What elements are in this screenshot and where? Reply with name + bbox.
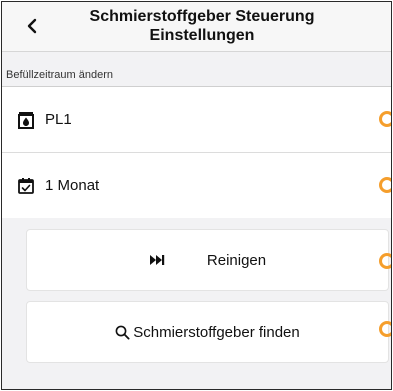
page-title: Schmierstoffgeber Steuerung Einstellunge… <box>62 7 342 45</box>
find-radio[interactable] <box>379 321 391 337</box>
page-title-line-2: Einstellungen <box>149 27 255 44</box>
screen: Schmierstoffgeber Steuerung Einstellunge… <box>1 1 392 390</box>
find-lubricator-label: Schmierstoffgeber finden <box>133 323 300 341</box>
search-icon <box>115 325 130 340</box>
section-label: Befüllzeitraum ändern <box>6 69 114 81</box>
find-lubricator-button[interactable]: Schmierstoffgeber finden <box>26 301 389 363</box>
chevron-left-icon <box>27 18 37 34</box>
clean-button[interactable]: Reinigen <box>26 229 389 291</box>
navigation-header: Schmierstoffgeber Steuerung Einstellunge… <box>2 2 391 52</box>
period-radio[interactable] <box>379 177 391 193</box>
device-label: PL1 <box>45 111 72 128</box>
clean-button-label: Reinigen <box>206 251 267 269</box>
period-label: 1 Monat <box>45 177 100 194</box>
lubricator-device-icon <box>17 111 35 129</box>
device-row[interactable]: PL1 <box>2 87 391 152</box>
period-row[interactable]: 1 Monat <box>2 153 391 218</box>
device-radio[interactable] <box>379 111 391 127</box>
skip-forward-icon <box>149 254 165 266</box>
clean-radio[interactable] <box>379 253 391 269</box>
calendar-check-icon <box>17 177 35 195</box>
page-title-line-1: Schmierstoffgeber Steuerung <box>89 8 315 25</box>
back-button[interactable] <box>20 11 44 41</box>
